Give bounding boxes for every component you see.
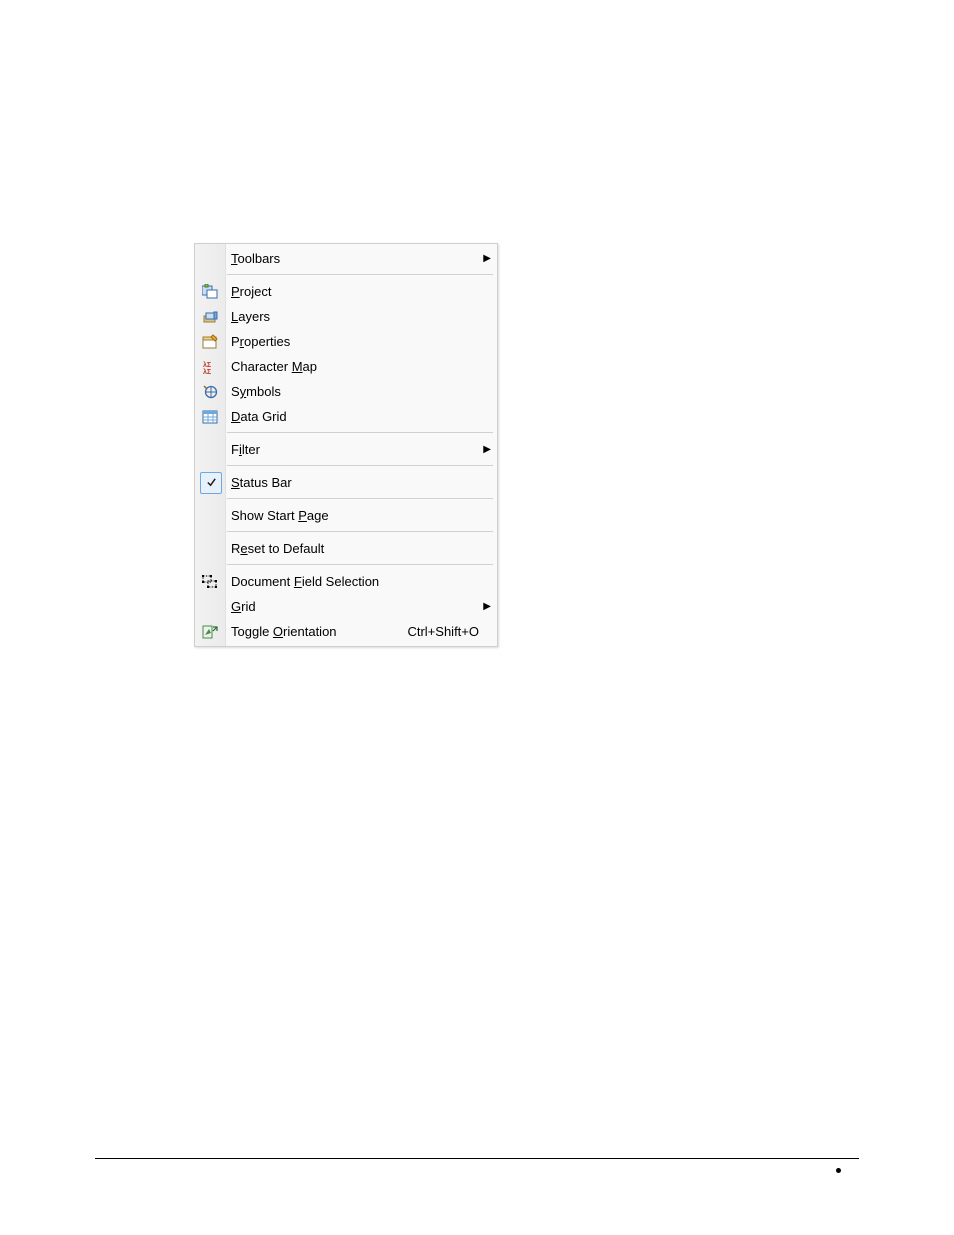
menu-item-project[interactable]: Project: [195, 279, 497, 304]
project-icon: [202, 284, 218, 300]
menu-item-label: Properties: [231, 334, 479, 349]
menu-item-label: Toggle Orientation: [231, 624, 391, 639]
menu-item-shortcut: Ctrl+Shift+O: [391, 624, 479, 639]
menu-separator: [227, 431, 497, 435]
view-menu: Toolbars ▶ Project Layers Properties λΣλ…: [194, 243, 498, 647]
menu-item-reset-default[interactable]: Reset to Default: [195, 536, 497, 561]
menu-item-character-map[interactable]: λΣλΣ Character Map: [195, 354, 497, 379]
submenu-arrow-icon: ▶: [483, 445, 491, 455]
field-selection-icon: [202, 574, 218, 590]
menu-item-label: Symbols: [231, 384, 479, 399]
menu-item-layers[interactable]: Layers: [195, 304, 497, 329]
menu-item-label: Character Map: [231, 359, 479, 374]
data-grid-icon: [202, 409, 218, 425]
menu-item-data-grid[interactable]: Data Grid: [195, 404, 497, 429]
menu-item-label: Grid: [231, 599, 479, 614]
submenu-arrow-icon: ▶: [483, 254, 491, 264]
menu-item-grid[interactable]: Grid ▶: [195, 594, 497, 619]
menu-item-properties[interactable]: Properties: [195, 329, 497, 354]
properties-icon: [202, 334, 218, 350]
menu-separator: [227, 273, 497, 277]
submenu-arrow-icon: ▶: [483, 602, 491, 612]
menu-item-label: Document Field Selection: [231, 574, 479, 589]
menu-item-toolbars[interactable]: Toolbars ▶: [195, 246, 497, 271]
character-map-icon: λΣλΣ: [202, 359, 218, 375]
menu-item-show-start-page[interactable]: Show Start Page: [195, 503, 497, 528]
menu-item-doc-field-selection[interactable]: Document Field Selection: [195, 569, 497, 594]
svg-text:λΣ: λΣ: [203, 361, 211, 369]
menu-separator: [227, 464, 497, 468]
menu-separator: [227, 563, 497, 567]
footer-rule: [95, 1158, 859, 1159]
menu-separator: [227, 497, 497, 501]
footer-bullet: [836, 1168, 841, 1173]
menu-item-label: Data Grid: [231, 409, 479, 424]
toggle-orientation-icon: [202, 624, 218, 640]
symbols-icon: [202, 384, 218, 400]
checkmark-icon: [200, 472, 222, 494]
menu-item-label: Status Bar: [231, 475, 479, 490]
menu-item-label: Layers: [231, 309, 479, 324]
menu-item-label: Project: [231, 284, 479, 299]
menu-separator: [227, 530, 497, 534]
menu-item-status-bar[interactable]: Status Bar: [195, 470, 497, 495]
menu-item-filter[interactable]: Filter ▶: [195, 437, 497, 462]
menu-item-label: Filter: [231, 442, 479, 457]
menu-item-label: Show Start Page: [231, 508, 479, 523]
menu-item-label: Reset to Default: [231, 541, 479, 556]
svg-text:λΣ: λΣ: [203, 368, 211, 375]
menu-item-symbols[interactable]: Symbols: [195, 379, 497, 404]
layers-icon: [202, 309, 218, 325]
menu-item-toggle-orientation[interactable]: Toggle Orientation Ctrl+Shift+O: [195, 619, 497, 644]
menu-item-label: Toolbars: [231, 251, 479, 266]
